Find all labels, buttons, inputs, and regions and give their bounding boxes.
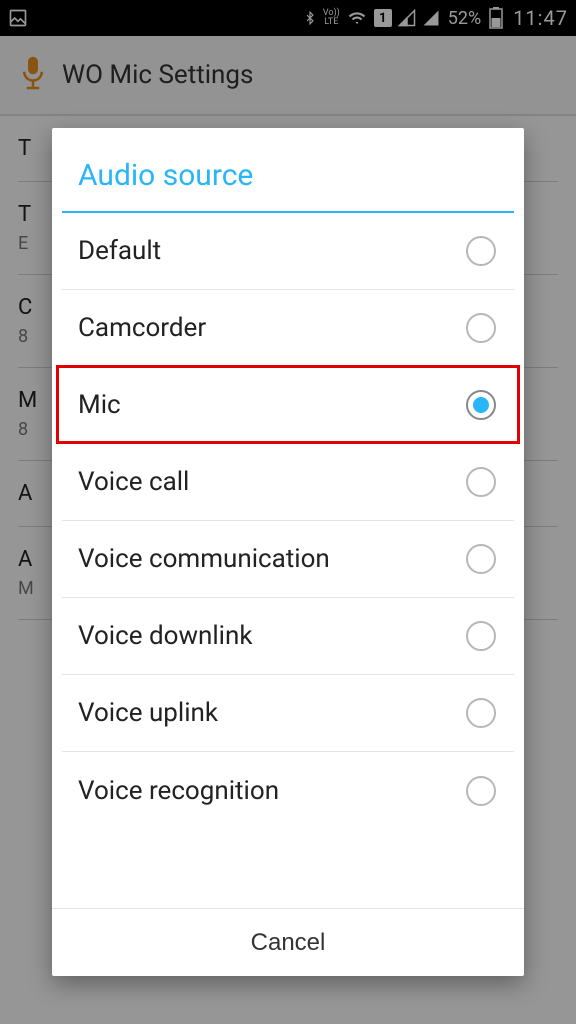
option-label: Camcorder bbox=[78, 313, 206, 343]
option-mic[interactable]: Mic bbox=[62, 367, 514, 444]
option-label: Voice uplink bbox=[78, 698, 218, 728]
option-label: Default bbox=[78, 236, 161, 266]
dialog-title: Audio source bbox=[52, 128, 524, 211]
dialog-option-list: Default Camcorder Mic Voice call Voice commu… bbox=[52, 213, 524, 908]
radio-icon[interactable] bbox=[466, 621, 496, 651]
option-label: Voice recognition bbox=[78, 776, 279, 806]
radio-icon[interactable] bbox=[466, 698, 496, 728]
option-voice-recognition[interactable]: Voice recognition bbox=[62, 752, 514, 829]
radio-icon[interactable] bbox=[466, 467, 496, 497]
radio-icon[interactable] bbox=[466, 236, 496, 266]
radio-icon[interactable] bbox=[466, 544, 496, 574]
audio-source-dialog: Audio source Default Camcorder Mic Voice ca… bbox=[52, 128, 524, 976]
option-voice-communication[interactable]: Voice communication bbox=[62, 521, 514, 598]
option-default[interactable]: Default bbox=[62, 213, 514, 290]
radio-icon[interactable] bbox=[466, 390, 496, 420]
option-label: Voice downlink bbox=[78, 621, 253, 651]
cancel-button[interactable]: Cancel bbox=[251, 929, 326, 957]
option-label: Mic bbox=[78, 390, 121, 420]
radio-icon[interactable] bbox=[466, 776, 496, 806]
option-voice-uplink[interactable]: Voice uplink bbox=[62, 675, 514, 752]
option-label: Voice communication bbox=[78, 544, 330, 574]
option-label: Voice call bbox=[78, 467, 189, 497]
radio-icon[interactable] bbox=[466, 313, 496, 343]
dialog-footer: Cancel bbox=[52, 908, 524, 976]
option-voice-call[interactable]: Voice call bbox=[62, 444, 514, 521]
option-camcorder[interactable]: Camcorder bbox=[62, 290, 514, 367]
option-voice-downlink[interactable]: Voice downlink bbox=[62, 598, 514, 675]
